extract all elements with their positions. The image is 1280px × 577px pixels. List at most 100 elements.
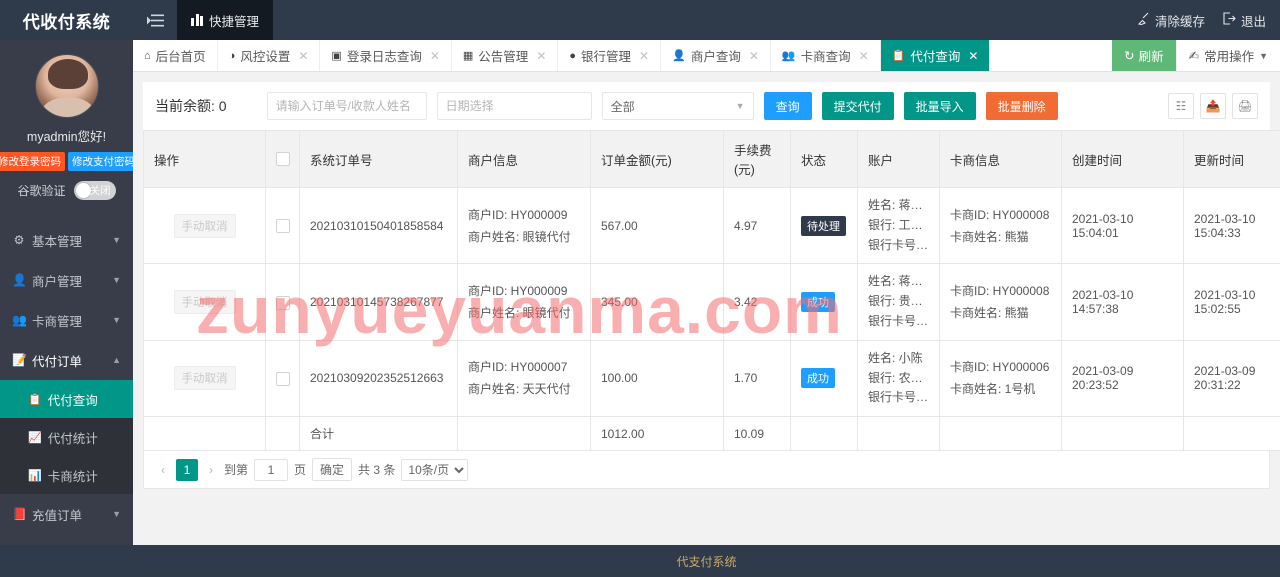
greeting-text: myadmin您好!	[0, 126, 133, 145]
columns-icon[interactable]: ☷	[1168, 93, 1194, 119]
prev-page-button[interactable]: ‹	[156, 463, 170, 477]
account-bank: 银行: 农业...	[868, 369, 929, 389]
google-auth-toggle[interactable]: 关闭	[74, 181, 116, 200]
tab-bank-management[interactable]: ● 银行管理 ✕	[558, 40, 661, 71]
table-tool-icons: ☷ 📤 🖨	[1168, 93, 1258, 119]
user-profile: myadmin您好! 修改登录密码 修改支付密码 谷歌验证 关闭	[0, 40, 133, 206]
row-select[interactable]	[266, 340, 300, 416]
clear-cache-button[interactable]: 清除缓存	[1137, 11, 1205, 30]
page-size-select[interactable]: 10条/页	[401, 459, 468, 481]
tab-payout-query[interactable]: 📋 代付查询 ✕	[881, 40, 991, 71]
close-icon[interactable]: ✕	[298, 49, 308, 63]
search-input[interactable]	[267, 92, 427, 120]
manual-cancel-button[interactable]: 手动取消	[174, 366, 236, 390]
google-auth-row: 谷歌验证 关闭	[0, 181, 133, 200]
row-checkbox[interactable]	[276, 372, 290, 386]
close-icon[interactable]: ✕	[749, 49, 759, 63]
toggle-state-label: 关闭	[90, 183, 111, 198]
main-content: 当前余额: 0 全部 ▼ 查询 提交代付 批量导入 批量删除 ☷ 📤 🖨	[133, 72, 1280, 545]
account-card-no: 银行卡号: 6...	[868, 388, 929, 408]
table-row: 手动取消 20210310145738267877 商户ID: HY000009…	[144, 264, 1280, 340]
table-head: 操作 系统订单号 商户信息 订单金额(元) 手续费(元) 状态 账户 卡商信息 …	[144, 131, 1280, 188]
quick-manage-tab[interactable]: 快捷管理	[177, 0, 273, 40]
tab-risk-settings[interactable]: ◑ 风控设置 ✕	[218, 40, 321, 71]
date-picker-input[interactable]	[437, 92, 592, 120]
manual-cancel-button[interactable]: 手动取消	[174, 214, 236, 238]
sidebar-item-agent-stats[interactable]: 📊 卡商统计	[0, 456, 133, 494]
row-checkbox[interactable]	[276, 219, 290, 233]
close-icon[interactable]: ✕	[536, 49, 546, 63]
merchant-id: 商户ID: HY000009	[468, 204, 580, 226]
manual-cancel-button[interactable]: 手动取消	[174, 290, 236, 314]
sidebar-item-payout-stats[interactable]: 📈 代付统计	[0, 418, 133, 456]
tab-login-log-query[interactable]: ▣ 登录日志查询 ✕	[320, 40, 451, 71]
row-operation: 手动取消	[144, 264, 266, 340]
bar-chart-icon: 📈	[28, 431, 42, 444]
sidebar-item-card-agent-management[interactable]: 👥 卡商管理 ▼	[0, 300, 133, 340]
table-body: 手动取消 20210310150401858584 商户ID: HY000009…	[144, 188, 1280, 451]
status-badge: 待处理	[801, 216, 846, 236]
avatar[interactable]	[35, 54, 99, 118]
batch-import-button[interactable]: 批量导入	[904, 92, 976, 120]
agent-id: 卡商ID: HY000008	[950, 280, 1051, 302]
account-name: 姓名: 蒋小红	[868, 272, 929, 292]
query-button[interactable]: 查询	[764, 92, 812, 120]
cell-status: 待处理	[791, 188, 858, 264]
exit-icon	[1223, 12, 1236, 28]
th-select-all[interactable]	[266, 131, 300, 188]
sum-blank-merch	[458, 417, 591, 451]
row-select[interactable]	[266, 188, 300, 264]
common-operations-button[interactable]: ✍ 常用操作 ▼	[1176, 40, 1280, 71]
refresh-button[interactable]: ↻ 刷新	[1112, 40, 1176, 71]
sidebar-item-merchant-management[interactable]: 👤 商户管理 ▼	[0, 260, 133, 300]
close-icon[interactable]: ✕	[639, 49, 649, 63]
tab-label: 代付查询	[910, 46, 960, 65]
row-select[interactable]	[266, 264, 300, 340]
table-header-row: 操作 系统订单号 商户信息 订单金额(元) 手续费(元) 状态 账户 卡商信息 …	[144, 131, 1280, 188]
cell-account: 姓名: 小陈 银行: 农业... 银行卡号: 6...	[858, 340, 940, 416]
hand-icon: ✍	[1189, 48, 1199, 63]
tab-announcement-management[interactable]: ▦ 公告管理 ✕	[452, 40, 558, 71]
print-icon[interactable]: 🖨	[1232, 93, 1258, 119]
tab-label: 卡商查询	[801, 46, 851, 65]
goto-confirm-button[interactable]: 确定	[312, 458, 352, 481]
payout-icon: 📋	[892, 49, 906, 62]
tab-card-agent-query[interactable]: 👥 卡商查询 ✕	[771, 40, 881, 71]
logout-button[interactable]: 退出	[1223, 11, 1266, 30]
table-icon: 📋	[28, 393, 42, 406]
close-icon[interactable]: ✕	[430, 49, 440, 63]
current-balance-label: 当前余额: 0	[155, 96, 227, 116]
chevron-down-icon: ▼	[736, 101, 745, 111]
tab-bar-actions: ↻ 刷新 ✍ 常用操作 ▼	[1112, 40, 1280, 71]
sidebar-item-basic-management[interactable]: ⚙ 基本管理 ▼	[0, 220, 133, 260]
users-icon: 👥	[12, 313, 26, 327]
tab-home[interactable]: ⌂ 后台首页	[133, 40, 218, 71]
sidebar-item-recharge-orders[interactable]: 📕 充值订单 ▼	[0, 494, 133, 534]
sidebar-menu: ⚙ 基本管理 ▼ 👤 商户管理 ▼ 👥 卡商管理 ▼ 📝 代付订单 ▲	[0, 220, 133, 534]
row-checkbox[interactable]	[276, 296, 290, 310]
batch-delete-button[interactable]: 批量删除	[986, 92, 1058, 120]
change-login-password-button[interactable]: 修改登录密码	[0, 152, 65, 171]
cell-merchant: 商户ID: HY000009 商户姓名: 眼镜代付	[458, 264, 591, 340]
select-all-checkbox[interactable]	[276, 152, 290, 166]
goto-page-input[interactable]	[254, 459, 288, 481]
export-icon[interactable]: 📤	[1200, 93, 1226, 119]
sidebar-collapse-icon[interactable]	[133, 0, 177, 40]
submit-payout-button[interactable]: 提交代付	[822, 92, 894, 120]
tab-merchant-query[interactable]: 👤 商户查询 ✕	[661, 40, 771, 71]
account-bank: 银行: 贵州...	[868, 292, 929, 312]
cell-account: 姓名: 蒋小红 银行: 贵州... 银行卡号: 6...	[858, 264, 940, 340]
change-pay-password-button[interactable]: 修改支付密码	[68, 152, 133, 171]
chevron-up-icon: ▲	[112, 355, 121, 365]
tab-label: 登录日志查询	[347, 46, 422, 65]
close-icon[interactable]: ✕	[968, 49, 978, 63]
sidebar-item-label: 充值订单	[32, 505, 82, 524]
cell-updated: 2021-03-10 15:04:33	[1184, 188, 1280, 264]
status-filter-select[interactable]: 全部 ▼	[602, 92, 754, 120]
page-number-1[interactable]: 1	[176, 459, 198, 481]
close-icon[interactable]: ✕	[859, 49, 869, 63]
sidebar-item-payout-orders[interactable]: 📝 代付订单 ▲	[0, 340, 133, 380]
sidebar-item-payout-query[interactable]: 📋 代付查询	[0, 380, 133, 418]
next-page-button[interactable]: ›	[204, 463, 218, 477]
user-icon: 👤	[12, 273, 26, 287]
